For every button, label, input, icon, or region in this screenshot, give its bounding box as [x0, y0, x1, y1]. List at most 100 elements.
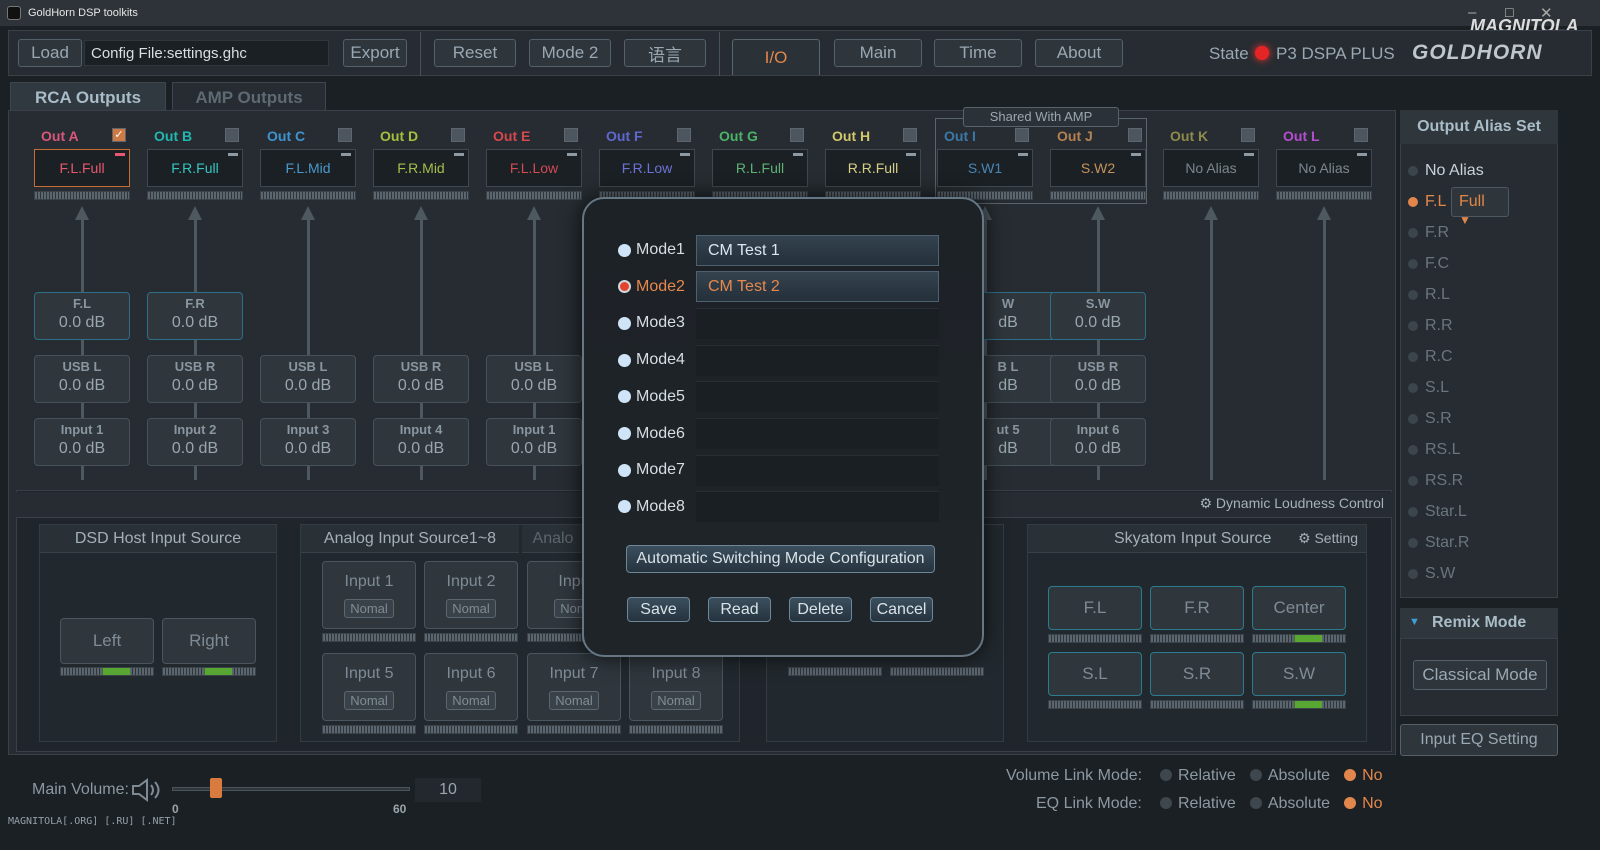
input-eq-setting-button[interactable]: Input EQ Setting: [1400, 724, 1558, 756]
mode-name-field[interactable]: CM Test 1: [696, 234, 939, 266]
alias-option-s-r[interactable]: S.R: [1408, 410, 1452, 428]
dsd-right-button[interactable]: Right: [162, 618, 256, 664]
mode-name-field[interactable]: CM Test 2: [696, 271, 939, 303]
output-alias-box[interactable]: F.L.Full: [34, 149, 130, 187]
mode-button[interactable]: Mode 2: [529, 39, 611, 67]
alias-option-f-r[interactable]: F.R: [1408, 224, 1449, 242]
classical-mode-button[interactable]: Classical Mode: [1413, 660, 1547, 690]
mode-name-field[interactable]: [696, 491, 939, 523]
export-button[interactable]: Export: [343, 39, 407, 67]
load-button[interactable]: Load: [18, 39, 82, 67]
link-option-label[interactable]: Absolute: [1268, 795, 1330, 812]
gear-icon[interactable]: ⚙: [1199, 495, 1212, 511]
output-enable-checkbox[interactable]: [1015, 128, 1029, 142]
output-enable-checkbox[interactable]: [1354, 128, 1368, 142]
tab-io[interactable]: I/O: [732, 39, 820, 75]
output-alias-box[interactable]: No Alias: [1163, 149, 1259, 187]
route-source-box[interactable]: USB R 0.0 dB: [373, 355, 469, 403]
link-option-label[interactable]: Absolute: [1268, 767, 1330, 784]
tab-main[interactable]: Main: [834, 39, 922, 67]
analog-input-button[interactable]: Input 1 Nomal: [322, 561, 416, 629]
mode-name-field[interactable]: [696, 381, 939, 413]
delete-button[interactable]: Delete: [789, 597, 852, 622]
link-option-label[interactable]: Relative: [1178, 795, 1236, 812]
route-source-box[interactable]: F.R 0.0 dB: [147, 292, 243, 340]
tab-amp-outputs[interactable]: AMP Outputs: [172, 82, 326, 112]
dynamic-loudness-label[interactable]: Dynamic Loudness Control: [1216, 495, 1384, 511]
read-button[interactable]: Read: [708, 597, 771, 622]
skyatom-center-button[interactable]: Center: [1252, 586, 1346, 630]
radio-dot-icon[interactable]: [618, 243, 631, 257]
alias-option-f-l[interactable]: F.L: [1408, 193, 1446, 211]
output-alias-box[interactable]: S.W1: [937, 149, 1033, 187]
output-alias-box[interactable]: S.W2: [1050, 149, 1146, 187]
analog-input-title[interactable]: Analog Input Source1~8: [301, 525, 519, 553]
radio-dot-icon[interactable]: [1249, 797, 1262, 809]
remix-mode-header[interactable]: ▼ Remix Mode: [1400, 608, 1558, 638]
save-button[interactable]: Save: [627, 597, 690, 622]
mode-row[interactable]: Mode8: [618, 491, 948, 523]
link-option-label[interactable]: No: [1362, 767, 1382, 784]
reset-button[interactable]: Reset: [434, 39, 516, 67]
route-source-box[interactable]: USB L 0.0 dB: [260, 355, 356, 403]
alias-option-r-l[interactable]: R.L: [1408, 286, 1450, 304]
radio-dot-icon[interactable]: [618, 500, 631, 514]
mode-row[interactable]: Mode2 CM Test 2: [618, 271, 948, 303]
output-enable-checkbox[interactable]: [1241, 128, 1255, 142]
route-source-box[interactable]: Input 1 0.0 dB: [486, 418, 582, 466]
alias-option-s-l[interactable]: S.L: [1408, 379, 1449, 397]
alias-option-star-r[interactable]: Star.R: [1408, 534, 1469, 552]
mode-row[interactable]: Mode1 CM Test 1: [618, 234, 948, 266]
mode-row[interactable]: Mode7: [618, 454, 948, 486]
skyatom-s-w-button[interactable]: S.W: [1252, 652, 1346, 696]
tab-rca-outputs[interactable]: RCA Outputs: [10, 82, 166, 112]
alias-range-select[interactable]: Full ▼: [1451, 187, 1509, 227]
radio-dot-icon[interactable]: [618, 463, 631, 477]
tab-about[interactable]: About: [1035, 39, 1123, 67]
output-alias-box[interactable]: No Alias: [1276, 149, 1372, 187]
analog-input-button[interactable]: Input 7 Nomal: [527, 653, 621, 721]
route-source-box[interactable]: USB R 0.0 dB: [147, 355, 243, 403]
skyatom-f-r-button[interactable]: F.R: [1150, 586, 1244, 630]
radio-dot-icon[interactable]: [618, 353, 631, 367]
mode-row[interactable]: Mode6: [618, 418, 948, 450]
radio-dot-icon[interactable]: [618, 427, 631, 440]
output-enable-checkbox[interactable]: ✓: [112, 128, 126, 142]
alias-option-rs-r[interactable]: RS.R: [1408, 472, 1463, 490]
analog-input-button[interactable]: Input 6 Nomal: [424, 653, 518, 721]
radio-dot-icon[interactable]: [618, 316, 631, 330]
radio-dot-icon[interactable]: [618, 390, 631, 404]
radio-dot-icon[interactable]: [1344, 769, 1357, 781]
output-alias-box[interactable]: R.R.Full: [825, 149, 921, 187]
skyatom-s-l-button[interactable]: S.L: [1048, 652, 1142, 696]
analog-tab-2[interactable]: Analo: [522, 525, 584, 553]
output-enable-checkbox[interactable]: [903, 128, 917, 142]
output-alias-box[interactable]: F.L.Mid: [260, 149, 356, 187]
cancel-button[interactable]: Cancel: [870, 597, 933, 622]
output-enable-checkbox[interactable]: [677, 128, 691, 142]
radio-dot-icon[interactable]: [1160, 769, 1172, 781]
route-source-box[interactable]: Input 4 0.0 dB: [373, 418, 469, 466]
alias-option-f-c[interactable]: F.C: [1408, 255, 1449, 273]
tab-time[interactable]: Time: [934, 39, 1022, 67]
analog-input-button[interactable]: Input 8 Nomal: [629, 653, 723, 721]
output-alias-box[interactable]: F.R.Low: [599, 149, 695, 187]
route-source-box[interactable]: S.W 0.0 dB: [1050, 292, 1146, 340]
route-source-box[interactable]: Input 6 0.0 dB: [1050, 418, 1146, 466]
alias-option-s-w[interactable]: S.W: [1408, 565, 1455, 583]
analog-input-button[interactable]: Input 5 Nomal: [322, 653, 416, 721]
route-source-box[interactable]: Input 1 0.0 dB: [34, 418, 130, 466]
output-alias-box[interactable]: F.R.Full: [147, 149, 243, 187]
auto-switching-config-button[interactable]: Automatic Switching Mode Configuration: [626, 545, 935, 573]
output-alias-box[interactable]: F.L.Low: [486, 149, 582, 187]
skyatom-f-l-button[interactable]: F.L: [1048, 586, 1142, 630]
route-source-box[interactable]: USB R 0.0 dB: [1050, 355, 1146, 403]
output-alias-box[interactable]: F.R.Mid: [373, 149, 469, 187]
route-source-box[interactable]: USB L 0.0 dB: [34, 355, 130, 403]
volume-slider-thumb[interactable]: [209, 778, 222, 798]
mode-row[interactable]: Mode5: [618, 381, 948, 413]
skyatom-s-r-button[interactable]: S.R: [1150, 652, 1244, 696]
output-enable-checkbox[interactable]: [790, 128, 804, 142]
radio-dot-icon[interactable]: [618, 280, 631, 294]
route-source-box[interactable]: Input 3 0.0 dB: [260, 418, 356, 466]
